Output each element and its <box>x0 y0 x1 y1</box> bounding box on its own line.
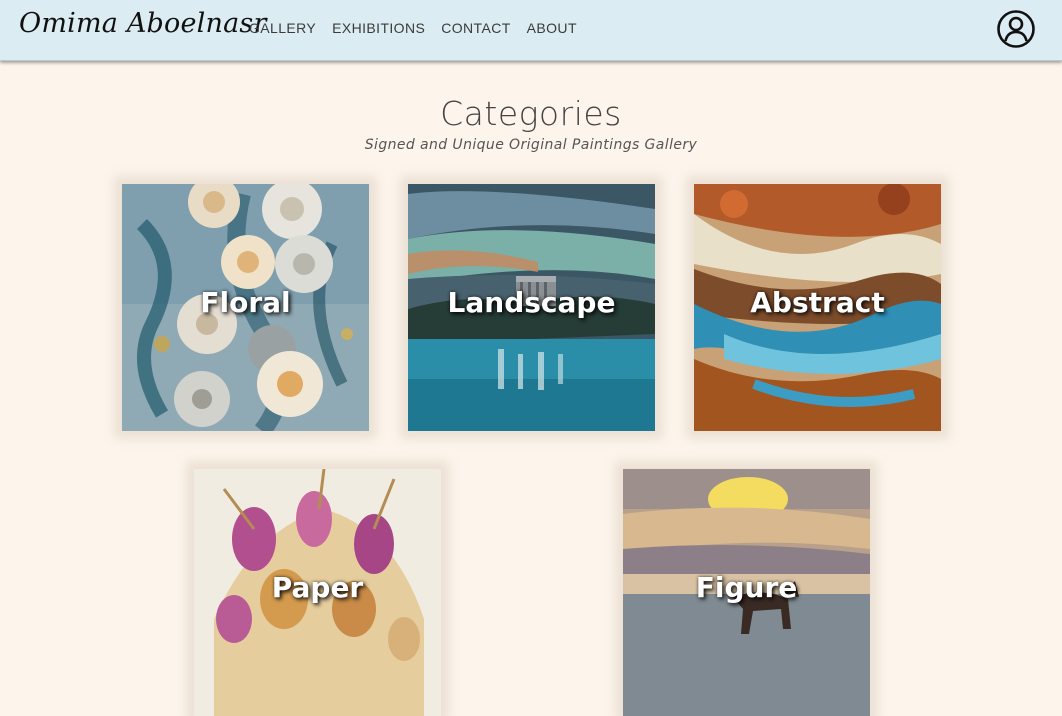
main-nav: GALLERY EXHIBITIONS CONTACT ABOUT <box>249 20 577 36</box>
category-card-abstract[interactable]: Abstract <box>694 184 941 431</box>
nav-contact-link[interactable]: CONTACT <box>441 20 510 36</box>
category-card-floral[interactable]: Floral <box>122 184 369 431</box>
category-label-figure: Figure <box>695 571 798 604</box>
site-brand-logo[interactable]: Omima Aboelnasr <box>19 8 267 39</box>
category-label-floral: Floral <box>200 286 291 319</box>
category-label-paper: Paper <box>271 571 364 604</box>
user-circle-icon <box>997 10 1035 48</box>
page-subtitle: Signed and Unique Original Paintings Gal… <box>364 137 698 153</box>
nav-gallery-link[interactable]: GALLERY <box>249 20 316 36</box>
category-card-paper[interactable]: Paper <box>194 469 441 716</box>
category-card-landscape[interactable]: Landscape <box>408 184 655 431</box>
category-card-figure[interactable]: Figure <box>623 469 870 716</box>
page-title: Categories <box>440 94 622 133</box>
nav-exhibitions-link[interactable]: EXHIBITIONS <box>332 20 425 36</box>
account-button[interactable] <box>996 9 1036 49</box>
category-label-landscape: Landscape <box>447 286 616 319</box>
nav-about-link[interactable]: ABOUT <box>527 20 577 36</box>
category-label-abstract: Abstract <box>750 286 885 319</box>
top-navbar: Omima Aboelnasr GALLERY EXHIBITIONS CONT… <box>0 0 1062 61</box>
